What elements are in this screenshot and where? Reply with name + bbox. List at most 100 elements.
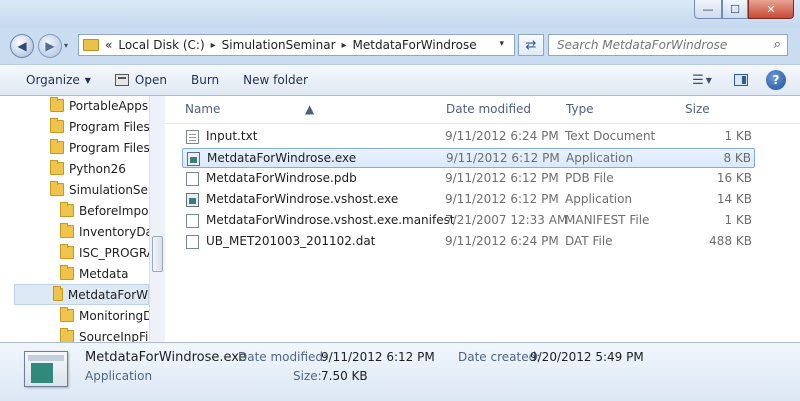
nav-item-label: PortableApps [69,98,149,113]
file-type: Text Document [565,129,656,143]
file-name: UB_MET201003_201102.dat [206,234,376,248]
minimize-button[interactable]: — [694,0,722,19]
details-date-modified: 9/11/2012 6:12 PM [321,350,435,364]
nav-item-folder[interactable]: Python26 [50,158,126,179]
column-header-name[interactable]: Name [185,102,220,116]
file-size: 1 KB [724,129,752,143]
organize-button[interactable]: Organize ▼ [14,68,103,92]
details-pane: MetdataForWindrose.exe Application Date … [0,342,800,401]
file-row[interactable]: MetdataForWindrose.exe 9/11/2012 6:12 PM A… [182,148,755,168]
nav-item-label: Python26 [69,161,126,176]
file-row[interactable]: MetdataForWindrose.pdb 9/11/2012 6:12 PM P… [182,169,755,189]
file-row[interactable]: UB_MET201003_201102.dat 9/11/2012 6:24 PM… [182,232,755,252]
maximize-button[interactable]: ☐ [722,0,748,19]
back-arrow-icon: ◀ [17,39,27,53]
navigation-scrollbar[interactable] [149,96,165,342]
file-row[interactable]: Input.txt 9/11/2012 6:24 PM Text Document 1… [182,127,755,147]
refresh-button[interactable]: ⇄ [518,34,544,56]
organize-label: Organize [26,73,80,87]
folder-icon [83,39,99,51]
nav-item-label: InventoryDat [79,224,158,239]
address-bar[interactable]: « Local Disk (C:) ▸ SimulationSeminar ▸ … [78,34,515,56]
application-icon [187,152,200,166]
forward-arrow-icon: ▶ [45,39,55,53]
breadcrumb-separator-icon[interactable]: ▸ [342,40,347,51]
file-type: Application [566,151,634,165]
navigation-pane[interactable]: PortableApps Program Files Program Files (… [0,96,165,342]
file-size: 14 KB [716,192,752,206]
burn-button[interactable]: Burn [179,68,231,92]
details-filetype: Application [85,369,153,383]
file-row[interactable]: MetdataForWindrose.vshost.exe.manifest 7/… [182,211,755,231]
nav-item-folder[interactable]: MonitoringD [60,305,152,326]
nav-item-folder[interactable]: InventoryDat [60,221,158,242]
folder-icon [50,139,64,154]
column-header-date[interactable]: Date modified [446,102,531,116]
title-bar: — ☐ ✕ [0,0,800,28]
file-date-modified: 9/11/2012 6:12 PM [446,151,560,165]
file-name: MetdataForWindrose.pdb [206,171,357,185]
file-date-modified: 7/21/2007 12:33 AM [445,213,568,227]
file-icon [186,214,199,228]
file-type: Application [565,192,633,206]
nav-item-folder[interactable]: Program Files [50,116,150,137]
help-button[interactable]: ? [766,70,786,90]
sort-ascending-icon: ▲ [305,102,315,116]
open-icon [114,74,129,86]
refresh-icon: ⇄ [525,37,537,53]
details-date-created-label: Date created: [458,350,541,364]
column-header-size[interactable]: Size [685,102,710,116]
file-date-modified: 9/11/2012 6:12 PM [445,171,559,185]
open-label: Open [134,73,167,87]
toolbar-right: ☰ ▼ ? [684,69,786,91]
search-icon[interactable]: ⌕ [774,37,781,52]
nav-item-folder[interactable]: MetdataForW [14,284,149,305]
breadcrumb-local-disk[interactable]: Local Disk (C:) [118,38,204,52]
folder-icon [50,118,64,133]
text-file-icon [186,130,199,144]
change-view-button[interactable]: ☰ ▼ [684,69,720,91]
back-button[interactable]: ◀ [10,34,34,58]
close-button[interactable]: ✕ [748,0,794,19]
file-type: MANIFEST File [565,213,650,227]
file-icon [186,235,199,249]
new-folder-button[interactable]: New folder [231,68,320,92]
nav-item-folder[interactable]: Metdata [60,263,128,284]
details-filename: MetdataForWindrose.exe [85,350,247,365]
recent-pages-dropdown[interactable]: ▾ [64,41,74,51]
window-controls: — ☐ ✕ [694,0,794,19]
address-dropdown-icon[interactable]: ▾ [499,39,504,49]
breadcrumb-separator-icon[interactable]: ▸ [211,40,216,51]
search-input[interactable] [557,38,762,52]
nav-item-folder[interactable]: Program Files ( [50,137,158,158]
column-header-type[interactable]: Type [566,102,594,116]
file-date-modified: 9/11/2012 6:24 PM [445,129,559,143]
file-name: MetdataForWindrose.exe [207,151,357,165]
file-row[interactable]: MetdataForWindrose.vshost.exe 9/11/2012 6… [182,190,755,210]
preview-pane-button[interactable] [728,69,754,91]
details-size: 7.50 KB [321,369,368,383]
file-type: DAT File [565,234,613,248]
nav-item-folder[interactable]: SimulationSemi [50,179,163,200]
details-size-label: Size: [293,369,322,383]
file-name: Input.txt [206,129,258,143]
breadcrumb-metdataforwindrose[interactable]: MetdataForWindrose [353,38,477,52]
nav-item-folder[interactable]: BeforeImport [60,200,158,221]
folder-icon [60,244,74,259]
open-button[interactable]: Open [103,68,179,92]
nav-item-label: SourceInpFile [79,329,160,343]
address-overflow[interactable]: « [105,38,112,52]
folder-icon [50,181,64,196]
nav-item-folder[interactable]: PortableApps [50,96,148,116]
folder-icon [53,286,63,301]
breadcrumb-simulationseminar[interactable]: SimulationSeminar [222,38,336,52]
nav-item-label: Metdata [79,266,129,281]
scrollbar-thumb[interactable] [152,236,163,272]
file-size: 1 KB [724,213,752,227]
folder-icon [60,307,74,322]
forward-button[interactable]: ▶ [38,34,62,58]
details-date-modified-label: Date modified: [238,350,328,364]
nav-item-folder[interactable]: SourceInpFile [60,326,159,342]
nav-item-folder[interactable]: ISC_PROGRA [60,242,155,263]
column-headers: ▲ Name Date modified Type Size [165,96,800,124]
